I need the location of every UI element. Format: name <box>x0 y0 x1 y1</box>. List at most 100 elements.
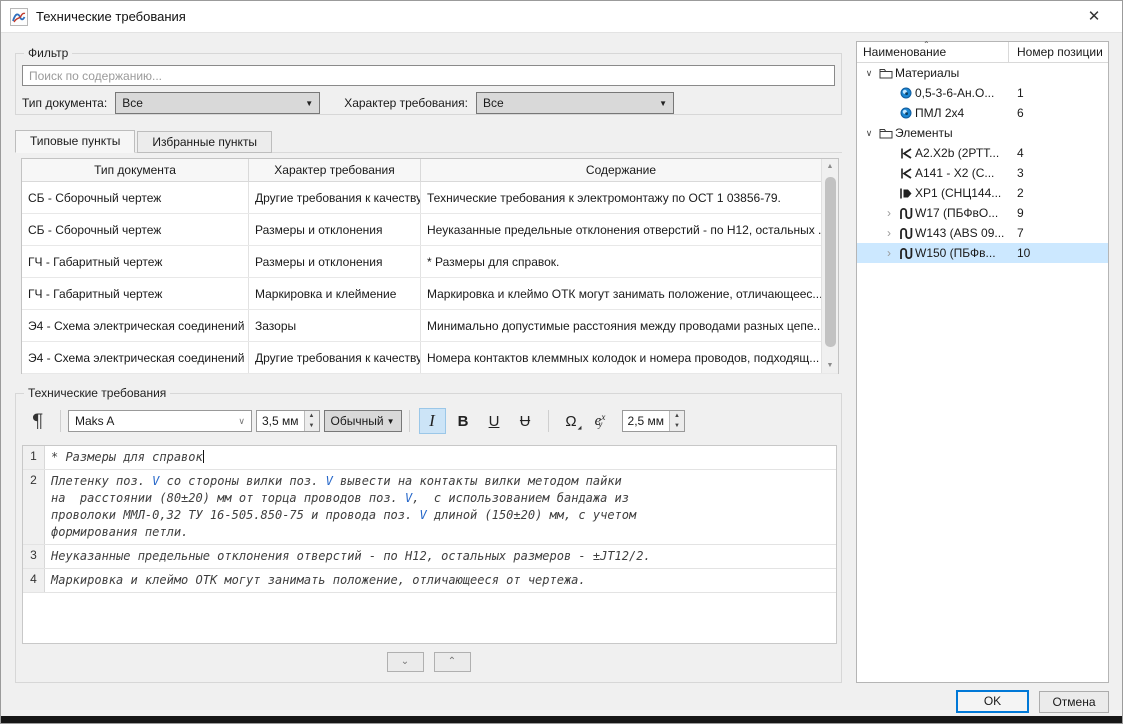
table-cell: * Размеры для справок. <box>421 246 821 277</box>
line-number: 1 <box>23 446 45 469</box>
bold-button[interactable]: B <box>450 408 477 434</box>
table-cell: Минимально допустимые расстояния между п… <box>421 310 821 341</box>
script-sub-glyph: y <box>598 419 602 429</box>
scroll-down-icon[interactable]: ▼ <box>822 358 838 373</box>
table-row[interactable]: СБ - Сборочный чертежДругие требования к… <box>22 182 838 214</box>
scroll-up-icon[interactable]: ▲ <box>822 159 838 174</box>
position-link[interactable]: V <box>419 508 426 522</box>
requirements-editor[interactable]: 1* Размеры для справок2Плетенку поз. V с… <box>22 445 837 644</box>
font-style-value: Обычный <box>331 414 387 428</box>
expander-closed-icon[interactable]: › <box>881 204 897 222</box>
spinner-arrows-icon[interactable]: ▲▼ <box>669 411 684 431</box>
tree-item-w150-пбфв-[interactable]: ›W150 (ПБФв...10 <box>857 243 1108 263</box>
toolbar-separator <box>409 410 410 432</box>
tree-item-материалы[interactable]: ∨ Материалы <box>857 63 1108 83</box>
table-row[interactable]: ГЧ - Габаритный чертежМаркировка и клейм… <box>22 278 838 310</box>
table-row[interactable]: СБ - Сборочный чертежРазмеры и отклонени… <box>22 214 838 246</box>
tab-typical-items[interactable]: Типовые пункты <box>15 130 135 153</box>
underline-button[interactable]: U <box>481 408 508 434</box>
line-text: Неуказанные предельные отклонения отверс… <box>45 545 836 568</box>
chevron-up-icon: ⌃ <box>448 656 456 667</box>
position-number: 1 <box>1017 86 1024 100</box>
move-up-button[interactable]: ⌃ <box>434 652 471 672</box>
tree-item-xp1-снц144-[interactable]: XP1 (СНЦ144...2 <box>857 183 1108 203</box>
filter-group-label: Фильтр <box>24 46 72 60</box>
expander-closed-icon[interactable]: › <box>881 224 897 242</box>
table-scrollbar[interactable]: ▲ ▼ <box>821 159 838 373</box>
folder-icon <box>877 67 895 79</box>
table-header-row: Тип документа Характер требования Содерж… <box>22 159 838 182</box>
position-number: 9 <box>1017 206 1024 220</box>
tree-header-row: Наименование Номер позиции ⌃ <box>857 42 1108 63</box>
expander-open-icon[interactable]: ∨ <box>861 128 877 139</box>
ok-button[interactable]: OK <box>956 690 1029 713</box>
tree-item-label: XP1 (СНЦ144... <box>915 186 1001 200</box>
insert-symbol-button[interactable]: Ω ◢ <box>558 408 585 434</box>
scrollbar-thumb[interactable] <box>825 177 836 347</box>
close-button[interactable]: ✕ <box>1080 7 1108 27</box>
table-row[interactable]: ГЧ - Габаритный чертежРазмеры и отклонен… <box>22 246 838 278</box>
table-cell: Размеры и отклонения <box>249 246 421 277</box>
tree-item-пмл-2x4[interactable]: ПМЛ 2x46 <box>857 103 1108 123</box>
expander-closed-icon[interactable]: › <box>881 244 897 262</box>
line-text: * Размеры для справок <box>45 446 836 469</box>
editor-line[interactable]: 3Неуказанные предельные отклонения отвер… <box>23 545 836 569</box>
omega-icon: Ω <box>565 413 576 430</box>
font-style-select[interactable]: Обычный ▼ <box>324 410 402 432</box>
table-cell: Маркировка и клеймо ОТК могут занимать п… <box>421 278 821 309</box>
wire-icon <box>897 247 915 260</box>
tree-item-w17-пбфво-[interactable]: › W17 (ПБФвО... 9 <box>857 203 1108 223</box>
wire-icon <box>897 227 915 240</box>
search-input[interactable] <box>22 65 835 86</box>
font-family-select[interactable]: Maks A ∨ <box>68 410 252 432</box>
table-header-content[interactable]: Содержание <box>421 159 821 181</box>
tree-item-label: Материалы <box>895 66 959 80</box>
cancel-button[interactable]: Отмена <box>1039 691 1109 713</box>
font-size-spinner[interactable]: 3,5 мм ▲▼ <box>256 410 320 432</box>
table-row[interactable]: Э4 - Схема электрическая соединенийЗазор… <box>22 310 838 342</box>
wire-icon <box>897 207 915 220</box>
table-cell: СБ - Сборочный чертеж <box>22 214 249 245</box>
plug-icon <box>897 188 915 199</box>
italic-button[interactable]: I <box>419 408 446 434</box>
spinner-arrows-icon[interactable]: ▲▼ <box>304 411 319 431</box>
table-row[interactable]: Э4 - Схема электрическая соединенийДруги… <box>22 342 838 374</box>
filter-combo-row: Тип документа: Все ▼ Характер требования… <box>22 92 835 114</box>
position-link[interactable]: V <box>326 474 333 488</box>
tree-item-0-5-3-6-ан-о-[interactable]: 0,5-3-6-Ан.О...1 <box>857 83 1108 103</box>
doc-type-select[interactable]: Все ▼ <box>115 92 320 114</box>
editor-line[interactable]: 1* Размеры для справок <box>23 446 836 470</box>
editor-line[interactable]: 2Плетенку поз. V со стороны вилки поз. V… <box>23 470 836 545</box>
strikethrough-button[interactable]: Ʉ <box>512 408 539 434</box>
table-cell: Другие требования к качеству <box>249 342 421 373</box>
move-down-button[interactable]: ⌄ <box>387 652 424 672</box>
req-type-select[interactable]: Все ▼ <box>476 92 674 114</box>
table-cell: Э4 - Схема электрическая соединений <box>22 342 249 373</box>
tree-header-position[interactable]: Номер позиции <box>1009 42 1108 62</box>
tree-item-элементы[interactable]: ∨Элементы <box>857 123 1108 143</box>
table-header-req-type[interactable]: Характер требования <box>249 159 421 181</box>
tree-item-a2-x2b-2ртт-[interactable]: A2.X2b (2РТТ...4 <box>857 143 1108 163</box>
material-icon <box>897 107 915 119</box>
editor-toolbar: ¶ Maks A ∨ 3,5 мм ▲▼ Обычный ▼ I B U Ʉ Ω <box>22 407 685 435</box>
super-subscript-button[interactable]: exy <box>589 408 616 434</box>
tab-favorite-items[interactable]: Избранные пункты <box>137 131 272 153</box>
editor-line[interactable]: 4Маркировка и клеймо ОТК могут занимать … <box>23 569 836 593</box>
tree-item-label: W17 (ПБФвО... <box>915 206 998 220</box>
tree-item-a141-x2-с-[interactable]: A141 - X2 (С...3 <box>857 163 1108 183</box>
paragraph-marks-button[interactable]: ¶ <box>24 408 51 434</box>
doc-type-label: Тип документа: <box>22 96 107 110</box>
text-segment: Неуказанные предельные отклонения отверс… <box>51 549 651 563</box>
line-spacing-spinner[interactable]: 2,5 мм ▲▼ <box>622 410 686 432</box>
position-number: 10 <box>1017 246 1030 260</box>
table-cell: Зазоры <box>249 310 421 341</box>
tech-requirements-group: Технические требования ¶ Maks A ∨ 3,5 мм… <box>15 393 842 683</box>
tree-item-w143-abs-09-[interactable]: ›W143 (ABS 09...7 <box>857 223 1108 243</box>
tree-header-name[interactable]: Наименование <box>857 42 1009 62</box>
expander-open-icon[interactable]: ∨ <box>861 68 877 79</box>
table-header-doc-type[interactable]: Тип документа <box>22 159 249 181</box>
window-title: Технические требования <box>36 9 186 24</box>
tree-body: ∨ Материалы 0,5-3-6-Ан.О...1ПМЛ 2x46∨Элеме… <box>857 63 1108 263</box>
table-cell: СБ - Сборочный чертеж <box>22 182 249 213</box>
filter-group: Фильтр Тип документа: Все ▼ Характер тре… <box>15 53 842 115</box>
